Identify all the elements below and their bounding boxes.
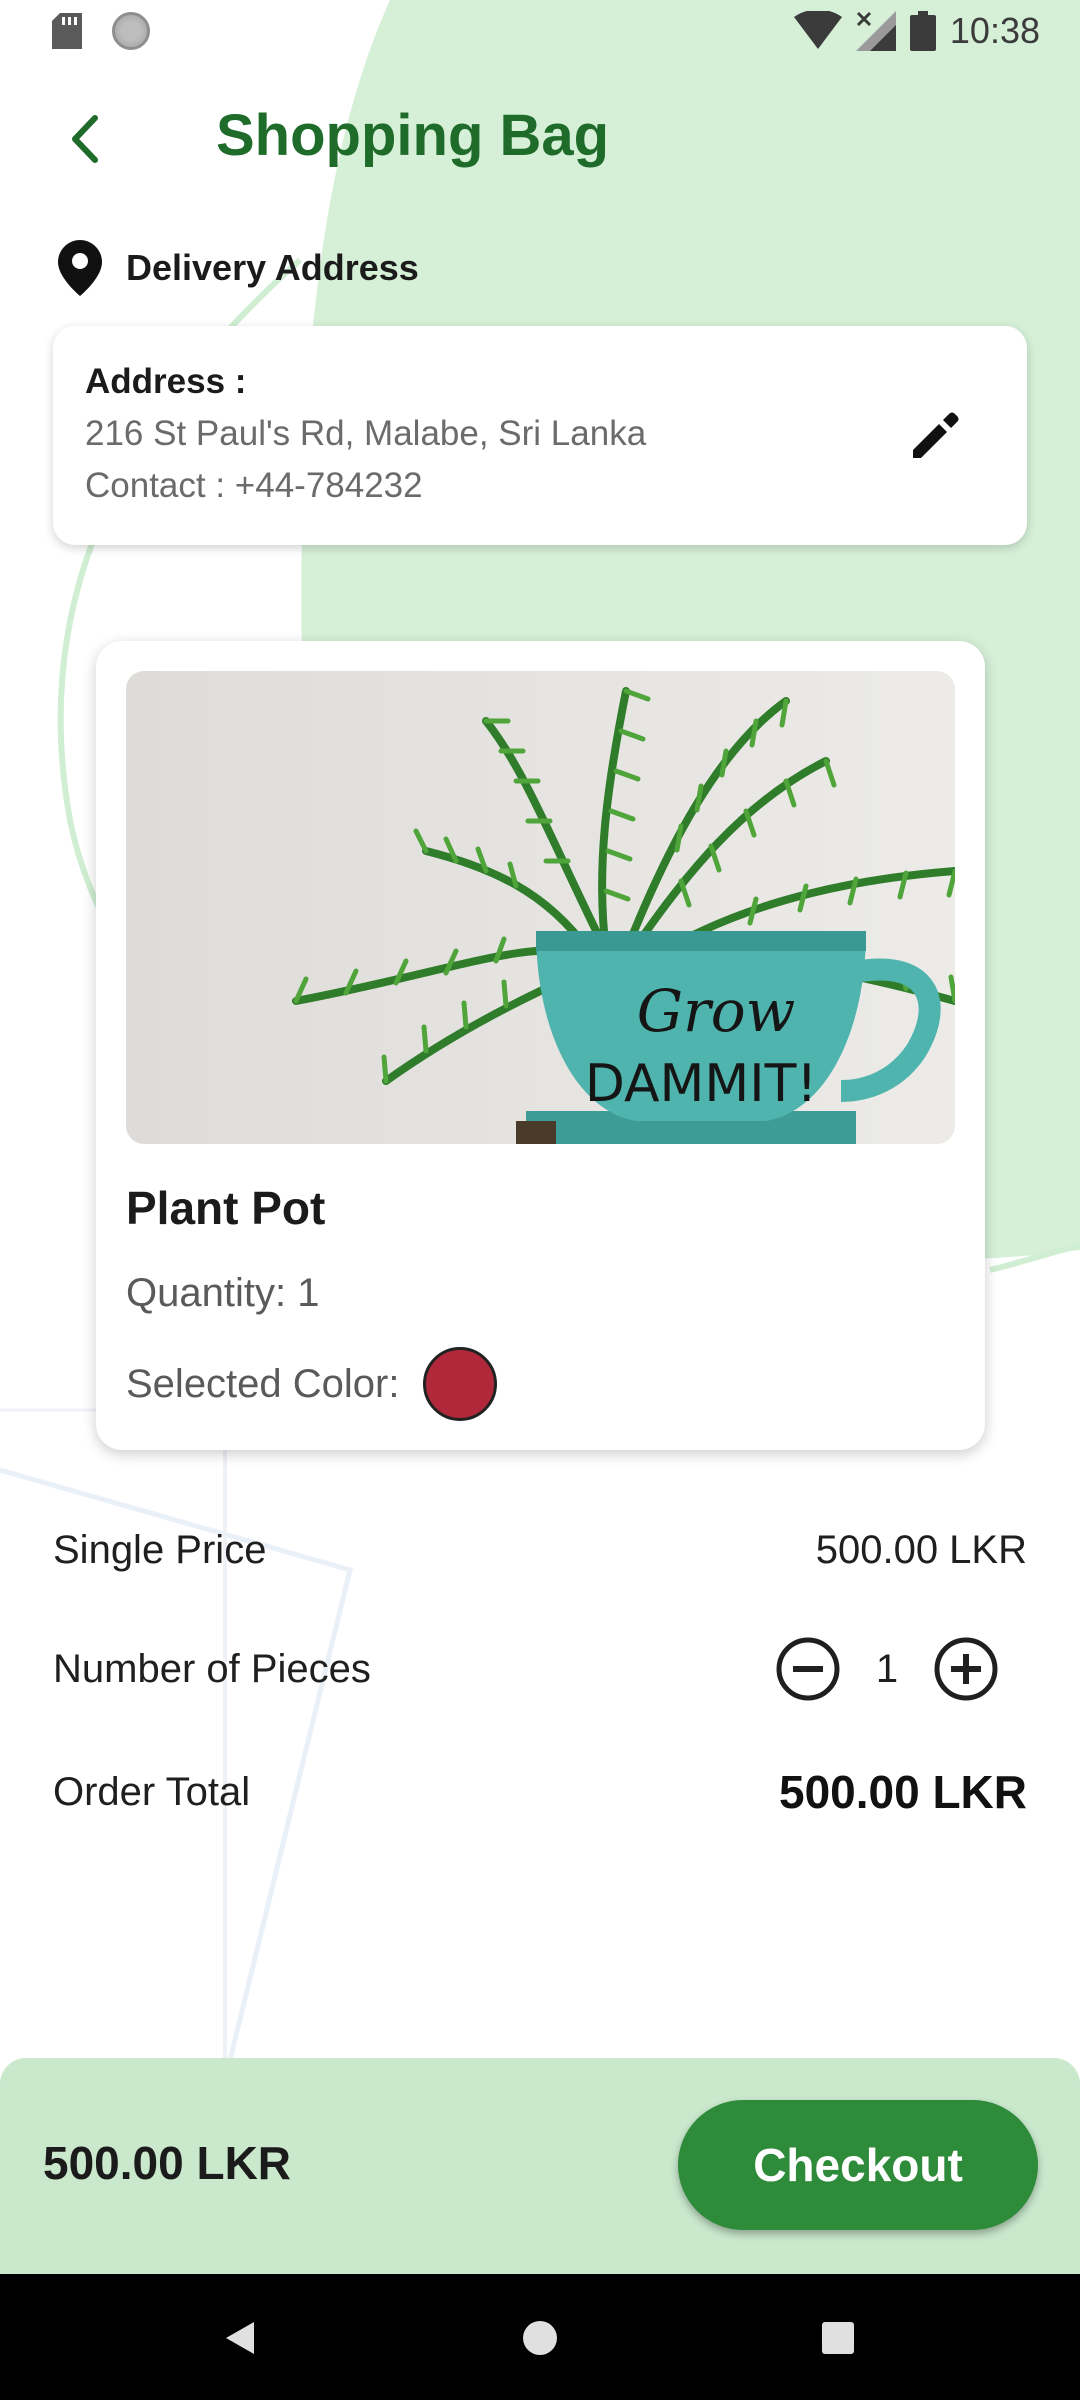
nav-back-button[interactable] (210, 2308, 270, 2368)
pieces-row: Number of Pieces 1 (53, 1634, 1027, 1704)
product-quantity: Quantity: 1 (126, 1271, 320, 1315)
checkout-button[interactable]: Checkout (678, 2100, 1038, 2230)
nav-recents-button[interactable] (808, 2308, 868, 2368)
delivery-address-label: Delivery Address (126, 247, 419, 288)
location-pin-icon (58, 240, 102, 296)
product-card[interactable]: Grow DAMMIT! Plant Pot Quantity: 1 Selec… (96, 641, 985, 1450)
order-total-label: Order Total (53, 1769, 251, 1814)
order-total-row: Order Total 500.00 LKR (53, 1757, 1027, 1827)
contact-text: Contact : +44-784232 (85, 466, 423, 505)
address-card: Address : 216 St Paul's Rd, Malabe, Sri … (53, 326, 1027, 545)
system-nav-bar (0, 2274, 1080, 2400)
checkout-bar: 500.00 LKR Checkout (0, 2058, 1080, 2274)
single-price-value: 500.00 LKR (815, 1527, 1027, 1572)
nav-back-icon (226, 2322, 254, 2354)
svg-text:Grow: Grow (637, 977, 796, 1045)
bottom-total-price: 500.00 LKR (43, 2137, 292, 2189)
back-arrow-icon (72, 115, 98, 163)
nav-home-icon (523, 2321, 557, 2355)
single-price-row: Single Price 500.00 LKR (53, 1515, 1027, 1585)
address-text: 216 St Paul's Rd, Malabe, Sri Lanka (85, 414, 647, 453)
nav-home-button[interactable] (510, 2308, 570, 2368)
increase-button[interactable] (933, 1636, 999, 1702)
status-bar: 10:38 (0, 0, 1080, 66)
plus-circle-icon (934, 1637, 998, 1701)
sd-card-icon (52, 13, 82, 49)
status-time: 10:38 (949, 10, 1040, 51)
pieces-value: 1 (875, 1646, 899, 1691)
color-swatch (423, 1347, 498, 1421)
quantity-stepper: 1 (775, 1636, 999, 1702)
nav-recents-icon (822, 2322, 854, 2354)
product-image: Grow DAMMIT! (126, 671, 955, 1144)
edit-address-button[interactable] (903, 404, 967, 468)
app-bar: Shopping Bag (0, 84, 1080, 184)
wifi-icon (793, 11, 842, 49)
minus-circle-icon (776, 1637, 840, 1701)
decrease-button[interactable] (775, 1636, 841, 1702)
selected-color-label: Selected Color: (126, 1361, 400, 1406)
signal-icon (855, 11, 896, 51)
plant-pot-photo: Grow DAMMIT! (126, 671, 955, 1144)
edit-pencil-icon (913, 412, 959, 458)
single-price-label: Single Price (53, 1527, 267, 1572)
battery-icon (909, 11, 936, 51)
svg-text:DAMMIT!: DAMMIT! (585, 1054, 817, 1114)
back-button[interactable] (50, 104, 120, 174)
address-title: Address : (85, 362, 247, 401)
sync-icon (112, 12, 150, 50)
selected-color-row: Selected Color: (126, 1347, 498, 1421)
delivery-address-header: Delivery Address (58, 240, 419, 296)
pieces-label: Number of Pieces (53, 1646, 371, 1691)
product-name: Plant Pot (126, 1182, 326, 1234)
order-total-value: 500.00 LKR (778, 1766, 1027, 1818)
page-title: Shopping Bag (216, 103, 610, 168)
